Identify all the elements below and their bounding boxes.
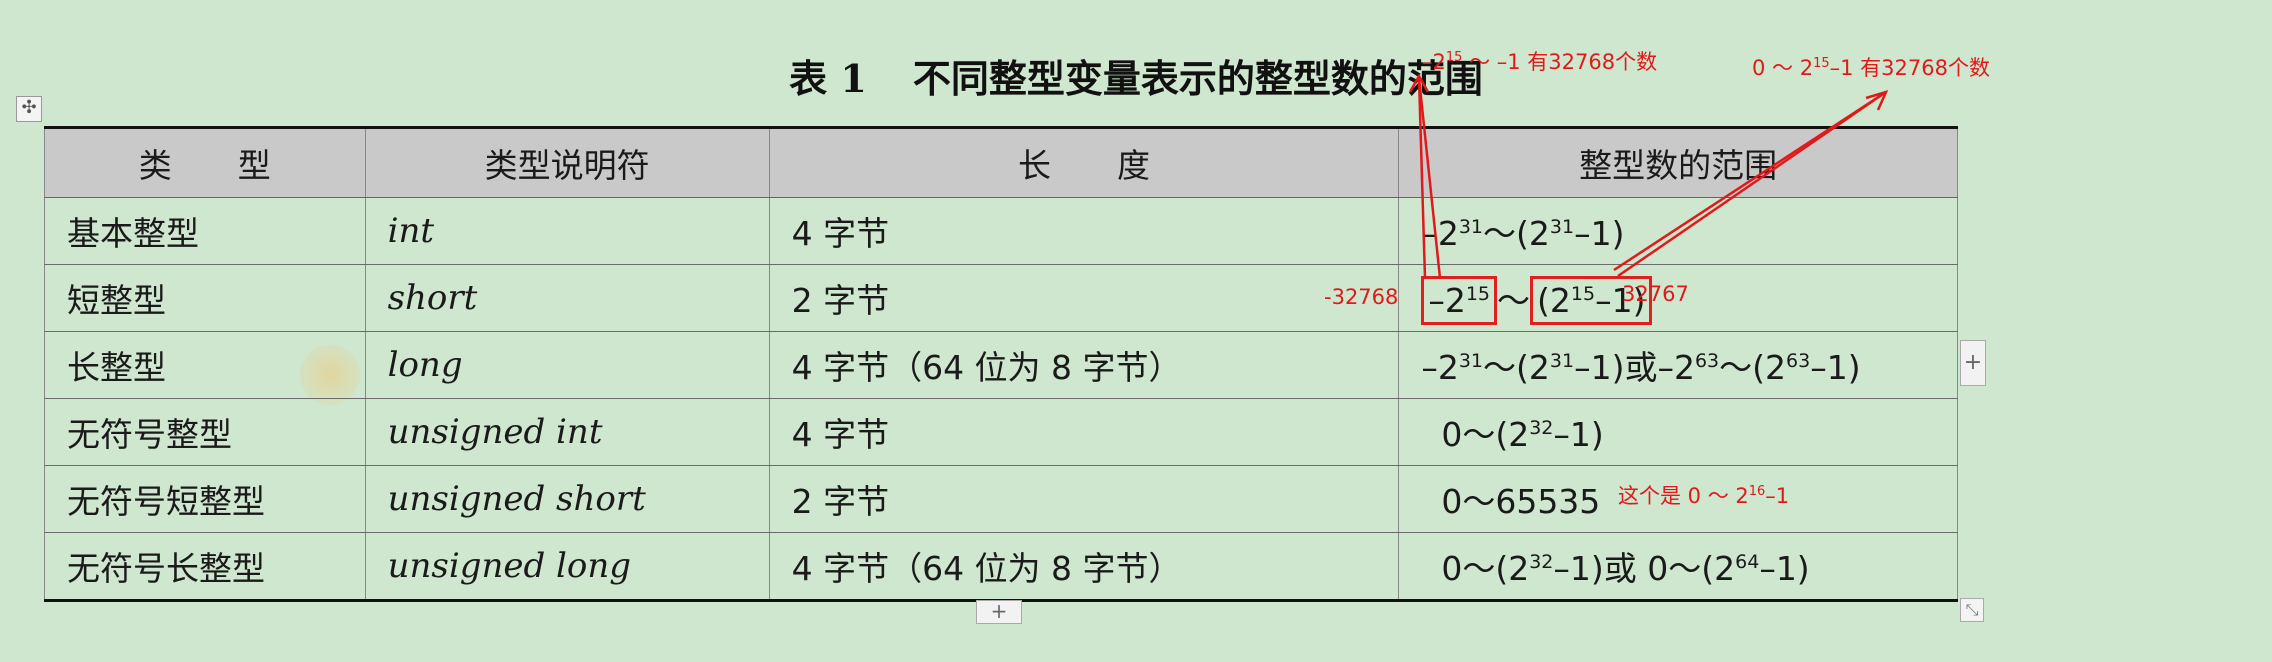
arrow-line-max-2 [1617,90,1887,278]
add-row-icon[interactable]: + [1960,340,1986,386]
add-table-row-icon[interactable]: + [976,600,1022,624]
annotation-arrows [1408,73,1889,279]
table-resize-handle-icon[interactable]: ⤡ [1960,598,1984,622]
